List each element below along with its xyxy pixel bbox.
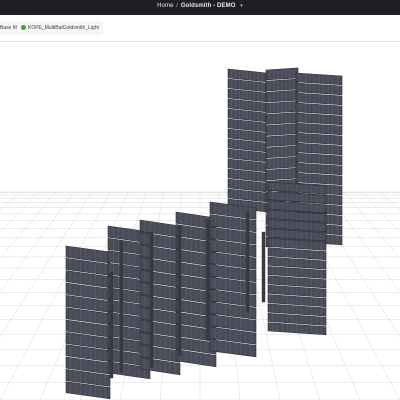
breadcrumb: Home / Goldsmith - DEMO ▾ [0,3,400,9]
wall-panel-group [227,68,267,213]
3d-model-canvas[interactable] [0,42,400,400]
column-edge [205,219,210,341]
grid-line [0,191,39,233]
grid-line [0,191,3,195]
3d-viewport[interactable] [0,42,400,400]
wall-panel-group [139,219,181,376]
building-model[interactable] [65,67,343,400]
column-edge [177,225,182,357]
column-edge [261,231,266,303]
column-edge [119,241,124,373]
grid-line [361,191,400,233]
breadcrumb-home[interactable]: Home [157,3,173,9]
breadcrumb-separator: / [176,3,179,9]
status-dot-icon [21,24,26,30]
model-selector[interactable]: KOPE_MultiBatGoldsmith_Light [17,21,103,35]
column-edge [245,211,250,313]
model-toolbar: Base Model KOPE_MultiBatGoldsmith_Light [0,15,400,42]
column-edge [109,271,114,379]
wall-panel-group [65,245,111,400]
grid-line [0,191,21,212]
model-name: KOPE_MultiBatGoldsmith_Light [28,25,99,31]
chevron-down-icon[interactable]: ▾ [240,3,243,9]
grid-line [0,191,75,293]
wall-panel-group [267,181,327,336]
column-edge [149,231,154,368]
grid-line [379,191,400,212]
project-name[interactable]: Goldsmith - DEMO [181,3,236,9]
top-bar: Home / Goldsmith - DEMO ▾ [0,0,400,15]
